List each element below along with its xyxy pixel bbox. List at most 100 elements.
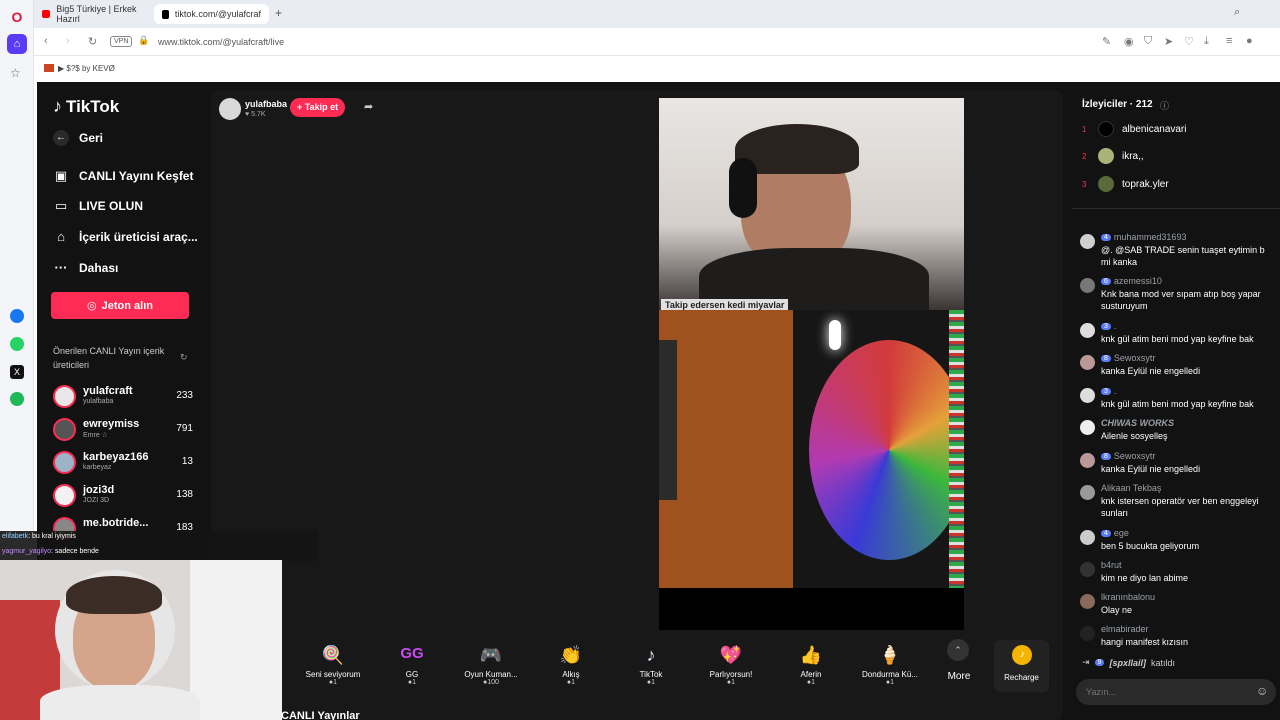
profile-icon[interactable]: ● [1246,35,1253,47]
send-icon[interactable]: ➤ [1164,35,1173,48]
tiktok-logo[interactable]: ♪ TikTok [53,96,119,117]
sidebar-item-more[interactable]: ··· Dahası [53,260,119,275]
gift-name: Aferin [800,670,822,679]
forward-icon[interactable]: › [66,35,70,47]
gift-item[interactable]: 🍭 Seni seviyorum ●1 [293,645,373,686]
chat-user: Alikaan Tekbaş [1101,483,1161,493]
sidebar-item-explore[interactable]: ▣ CANLI Yayını Keşfet [53,168,194,184]
game-panel [659,340,677,500]
creator-item[interactable]: yulafcraft yulafbaba 233 [53,382,193,410]
new-tab-button[interactable]: + [275,6,282,20]
tiktok-logo-icon: ♪ [53,96,62,116]
sidebar-item-creator-tools[interactable]: ⌂ İçerik üreticisi araç... [53,229,198,244]
spotify-icon[interactable] [10,392,24,406]
reload-icon[interactable]: ↻ [88,35,97,48]
chevron-up-icon[interactable]: ⌃ [947,639,969,661]
creator-sub: yulafbaba [83,398,114,405]
search-tabs-icon[interactable]: ⌕ [1234,6,1240,19]
heart-icon[interactable]: ♡ [1184,35,1194,48]
chat-line: ben 5 bucukta geliyorum [1101,541,1200,551]
tab-big5[interactable]: Big5 Türkiye | Erkek Hazırl [34,4,152,24]
share-icon[interactable]: ➦ [364,100,373,113]
sidebar-item-go-live[interactable]: ▭ LIVE OLUN [53,198,143,214]
background-door [190,560,282,720]
gift-item[interactable]: GG GG ●1 [372,645,452,686]
color-palette[interactable] [949,310,964,588]
follow-button[interactable]: + Takip et [290,98,346,117]
viewer-rank: 2 [1082,151,1087,161]
download-icon[interactable]: ⤓ [1204,35,1209,48]
creator-item[interactable]: karbeyaz166 karbeyaz 13 [53,448,193,476]
gift-item[interactable]: 👍 Aferin ●1 [771,645,851,686]
viewer-item[interactable]: 2 ikra,, [1082,148,1144,164]
gift-price-value: 1 [811,679,816,686]
get-coins-button[interactable]: ◎ Jeton alın [51,292,189,319]
camera-icon[interactable]: ◉ [1124,35,1134,48]
messenger-icon[interactable] [10,309,24,323]
tiktok-coin-icon: ♪ [1012,645,1032,665]
gift-name: Seni seviyorum [305,670,361,679]
video-caption: Takip edersen kedi miyavlar [661,299,789,310]
gift-price-value: 100 [487,679,499,686]
video-webcam[interactable]: Takip edersen kedi miyavlar [659,98,964,310]
gift-item[interactable]: 👏 Alkış ●1 [531,645,611,686]
avatar [1080,323,1095,338]
tiktok-favicon-icon [162,9,169,19]
chat-input[interactable] [1086,684,1246,700]
viewer-item[interactable]: 3 toprak.yler [1082,176,1169,192]
gift-item[interactable]: ♪ TikTok ●1 [611,645,691,686]
host-likes: ♥ 5.7K [245,111,266,118]
creator-item[interactable]: jozi3d JOZI 3D 138 [53,481,193,509]
gift-item[interactable]: 🍦 Dondurma Kü... ●1 [850,645,930,686]
gift-icon: GG [400,645,424,662]
chat-line: kim ne diyo lan abime [1101,573,1189,583]
home-icon[interactable]: ⌂ [7,34,27,54]
shield-icon[interactable]: ⛉ [1144,35,1152,48]
bookmark-item[interactable]: ▶ $?$ by KEVØ [58,64,115,73]
host-name[interactable]: yulafbaba [245,99,287,109]
creator-name: ewreymiss [83,418,140,430]
refresh-icon[interactable]: ↻ [180,352,188,363]
creator-item[interactable]: ewreymiss Emre ☆ 791 [53,415,193,443]
vpn-badge[interactable]: VPN [110,36,133,47]
gift-item[interactable]: 💖 Parlıyorsun! ●1 [691,645,771,686]
url-field[interactable]: www.tiktok.com/@yulafcraft/live [158,37,284,47]
chat-line: susturuyum [1101,301,1148,311]
avatar [1080,530,1095,545]
overlay-chat-line: yagmur_yagilyo: sadece bende [2,548,99,555]
x-icon[interactable]: X [10,365,24,379]
chat-username: Sewoxsytr [1113,451,1156,461]
recharge-button[interactable]: ♪ Recharge [994,640,1049,692]
video-game[interactable] [659,310,964,588]
chat-line: Knk bana mod ver sıpam atıp boş yapar [1101,289,1261,299]
viewer-count: 13 [181,456,193,467]
gift-item[interactable]: 🎮 Oyun Kuman... ●100 [451,645,531,686]
gift-price: ●1 [611,679,691,686]
back-icon[interactable]: ‹ [44,35,48,47]
chat-text: Knk bana mod ver sıpam atıp boş yapar sus… [1101,288,1261,312]
viewer-item[interactable]: 1 albenicanavari [1082,121,1187,137]
overlay-chat-user: yagmur_yagilyo [2,548,52,555]
gift-price-value: 1 [571,679,576,686]
home-tools-icon: ⌂ [57,229,65,244]
viewer-count: 791 [176,423,193,434]
ellipsis-icon: ··· [54,260,68,275]
level-badge: 8 [1101,354,1111,362]
whatsapp-icon[interactable] [10,337,24,351]
join-icon: ⇥ [1082,657,1090,667]
back-button[interactable]: ← Geri [53,130,103,146]
lock-icon: 🔒 [138,35,150,45]
star-icon[interactable]: ☆ [10,66,21,80]
opera-logo-icon[interactable]: O [9,9,25,25]
menu-icon[interactable]: ≡ [1226,35,1232,47]
gift-price: ●1 [293,679,373,686]
tab-tiktok[interactable]: tiktok.com/@yulafcraf [154,4,269,24]
viewer-rank: 1 [1082,124,1087,134]
chat-input-wrap: ☺ [1076,679,1276,705]
host-avatar[interactable] [219,98,241,120]
bookmark-favicon-icon [44,64,54,72]
edit-icon[interactable]: ✎ [1102,35,1111,48]
emoji-icon[interactable]: ☺ [1256,684,1268,698]
info-icon[interactable]: ⓘ [1160,99,1169,112]
more-gifts-button[interactable]: More [947,671,971,682]
